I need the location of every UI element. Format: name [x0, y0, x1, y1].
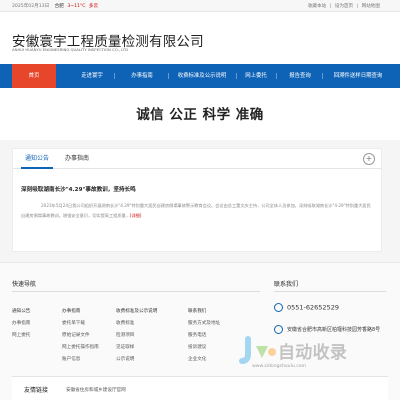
watermark-url: www.zidongshoulu.com	[252, 364, 307, 369]
quick-links-column: 联系我们 服务方式及地址 服务电话 投诉建议 企业文化	[188, 306, 220, 366]
nav-about[interactable]: 走进寰宇	[70, 64, 114, 88]
location-icon	[274, 325, 283, 334]
quick-link[interactable]: 联系我们	[188, 306, 220, 318]
slogan: 诚信 公正 科学 准确	[136, 107, 264, 123]
quick-links-column: 收费标准及公示说明 收费标准 检测项目 见证取样 公示说明	[116, 306, 157, 366]
nav-divider	[276, 73, 277, 79]
quick-link[interactable]: 网上委托操作指南	[62, 342, 99, 354]
tab-guide[interactable]: 办事指南	[65, 149, 89, 169]
watermark-logo	[239, 336, 276, 364]
date-text: 2025年02月13日	[12, 4, 50, 9]
quick-link[interactable]: 公示说明	[116, 354, 157, 366]
date-weather: 2025年02月13日 合肥 3~11°C 多云	[12, 3, 98, 9]
news-tabs: 通知公告 办事指南 +	[13, 149, 381, 169]
quick-links-column: 办事指南 委托单下载 原始记录文件 网上委托操作指南 账户信息	[62, 306, 99, 366]
quick-link[interactable]: 账户信息	[62, 354, 99, 366]
friend-links: 友情链接 安徽省住房和城乡建设厅官网	[12, 376, 388, 400]
quick-link[interactable]: 收费标准及公示说明	[116, 306, 157, 318]
friend-link[interactable]: 安徽省住房和城乡建设厅官网	[66, 387, 126, 393]
news-headline[interactable]: 深刻吸取湖南长沙"4.29"事故教训，坚持长鸣	[21, 185, 136, 193]
quick-link[interactable]: 办事指南	[12, 318, 30, 330]
set-homepage-link[interactable]: 设为首页	[335, 4, 353, 9]
nav-divider	[322, 73, 323, 79]
nav-divider	[236, 73, 237, 79]
nav-divider	[114, 73, 115, 79]
address-text: 安徽省合肥市高新区柏堰科技园芳香路8号	[287, 327, 381, 333]
divider	[12, 291, 260, 292]
nav-guide[interactable]: 办事指南	[122, 64, 162, 88]
friend-links-title: 友情链接	[24, 387, 49, 394]
contact-address: 安徽省合肥市高新区柏堰科技园芳香路8号	[274, 325, 380, 334]
quick-link[interactable]: 原始记录文件	[62, 330, 99, 342]
quick-link[interactable]: 服务方式及地址	[188, 318, 220, 330]
nav-online-order[interactable]: 网上委托	[238, 64, 274, 88]
quick-link[interactable]: 收费标准	[116, 318, 157, 330]
weather-text: 多云	[88, 4, 99, 9]
quick-link[interactable]: 检测项目	[116, 330, 157, 342]
top-links: 收藏本站 | 设为首页 | 网站地图	[307, 4, 380, 9]
main-nav: 首页 走进寰宇 办事指南 收费标准及公示说明 网上委托 报告查询 回溯件送样日期…	[0, 64, 400, 88]
news-excerpt: 2023年5月24日我公司组织开展湖南长沙"4.29"特别重大居民自建房倒塌事故…	[21, 201, 373, 221]
phone-icon	[274, 303, 283, 312]
quick-link[interactable]: 办事指南	[62, 306, 99, 318]
watermark-text: 自动收录	[278, 343, 348, 363]
city-text: 合肥	[54, 4, 64, 9]
phone-number: 0551-62652529	[287, 303, 339, 312]
quick-link[interactable]: 服务电话	[188, 330, 220, 342]
detail-link[interactable]: [详细]	[130, 213, 142, 218]
news-panel: 通知公告 办事指南 + 深刻吸取湖南长沙"4.29"事故教训，坚持长鸣 2023…	[12, 148, 382, 252]
banner: 诚信 公正 科学 准确	[0, 88, 400, 140]
bookmark-link[interactable]: 收藏本站	[308, 4, 326, 9]
top-bar: 2025年02月13日 合肥 3~11°C 多云 收藏本站 | 设为首页 | 网…	[0, 0, 400, 12]
quick-link[interactable]: 企业文化	[188, 354, 220, 366]
watermark: 自动收录 www.zidongshoulu.com	[234, 336, 384, 369]
quick-link[interactable]: 通知公告	[12, 306, 30, 318]
nav-report-query[interactable]: 报告查询	[282, 64, 318, 88]
quick-links-title: 快速导航	[12, 281, 37, 288]
plus-icon[interactable]: +	[363, 153, 375, 165]
quick-link[interactable]: 见证取样	[116, 342, 157, 354]
quick-links-column: 通知公告 办事指南 网上委托	[12, 306, 30, 342]
contact-title: 联系我们	[274, 281, 299, 288]
nav-sample-date-query[interactable]: 回溯件送样日期查询	[326, 64, 390, 88]
divider	[274, 291, 386, 292]
company-name-en: ANHUI HUANYU ENGINEERING QUALITY INSPECT…	[12, 47, 129, 52]
news-body-text: 2023年5月24日我公司组织开展湖南长沙"4.29"特别重大居民自建房倒塌事故…	[21, 203, 371, 218]
nav-divider	[168, 73, 169, 79]
contact-phone: 0551-62652529	[274, 303, 339, 312]
nav-home[interactable]: 首页	[12, 64, 56, 88]
sitemap-link[interactable]: 网站地图	[362, 4, 380, 9]
quick-link[interactable]: 网上委托	[12, 330, 30, 342]
nav-fees[interactable]: 收费标准及公示说明	[172, 64, 232, 88]
temperature-text: 3~11°C	[67, 4, 86, 9]
quick-link[interactable]: 委托单下载	[62, 318, 99, 330]
quick-link[interactable]: 投诉建议	[188, 342, 220, 354]
tab-notices[interactable]: 通知公告	[21, 149, 53, 169]
site-header: 安徽寰宇工程质量检测有限公司 ANHUI HUANYU ENGINEERING …	[0, 12, 400, 64]
